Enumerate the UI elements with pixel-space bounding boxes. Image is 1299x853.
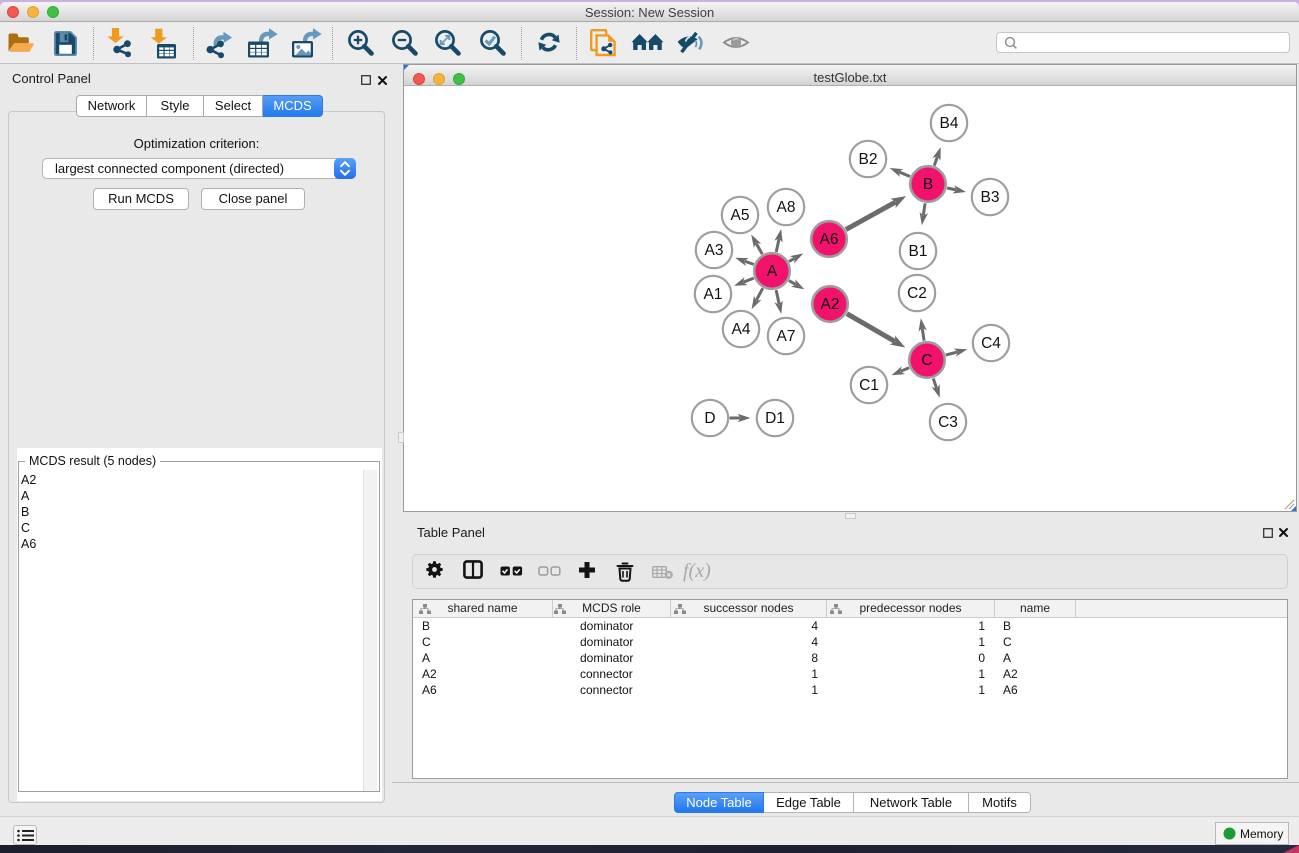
svg-text:D: D	[704, 410, 715, 427]
svg-text:A4: A4	[732, 321, 751, 338]
svg-text:A2: A2	[821, 296, 840, 313]
svg-text:B1: B1	[909, 243, 928, 260]
svg-text:B4: B4	[940, 115, 959, 132]
svg-text:B: B	[923, 176, 933, 193]
svg-text:B2: B2	[859, 151, 878, 168]
svg-text:D1: D1	[765, 410, 785, 427]
svg-text:A: A	[767, 263, 778, 280]
svg-text:A7: A7	[777, 328, 796, 345]
svg-text:A5: A5	[731, 207, 750, 224]
svg-text:A8: A8	[777, 199, 796, 216]
svg-text:A1: A1	[704, 286, 723, 303]
svg-text:C4: C4	[981, 335, 1001, 352]
svg-text:A3: A3	[705, 242, 724, 259]
svg-text:C: C	[921, 352, 932, 369]
svg-text:A6: A6	[820, 231, 839, 248]
svg-text:C3: C3	[938, 414, 958, 431]
svg-text:B3: B3	[981, 189, 1000, 206]
svg-text:C2: C2	[907, 285, 927, 302]
svg-text:C1: C1	[859, 377, 879, 394]
